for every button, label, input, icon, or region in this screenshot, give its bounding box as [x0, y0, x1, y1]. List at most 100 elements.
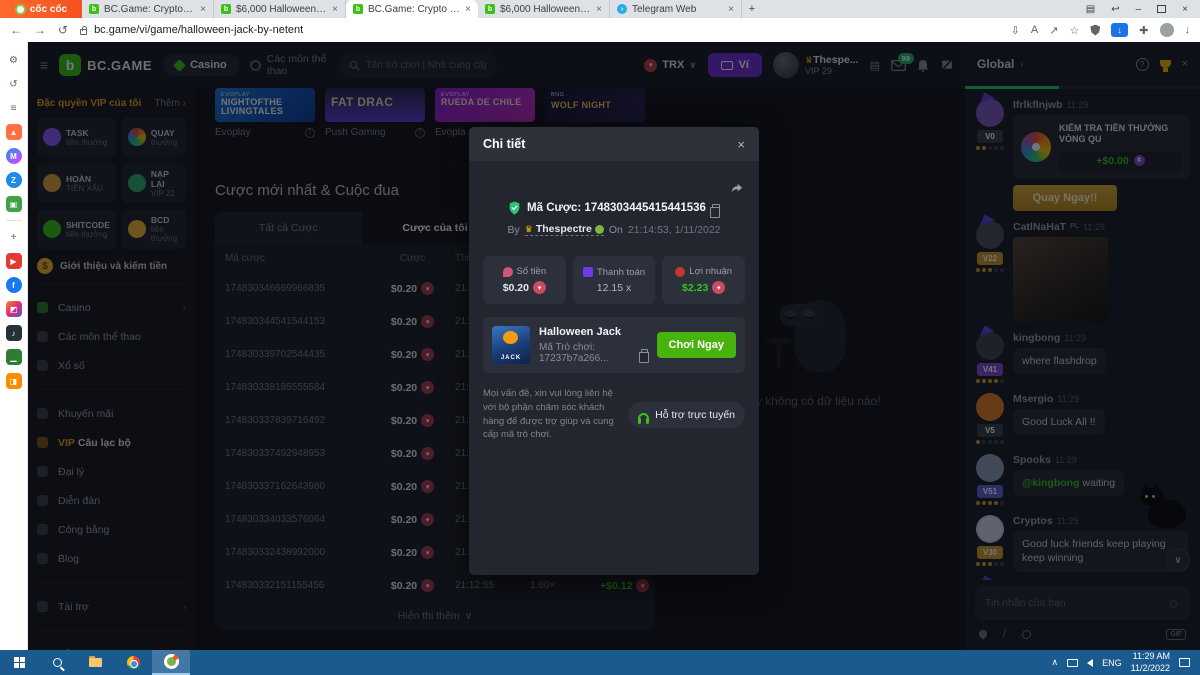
profile-avatar[interactable] [1160, 23, 1174, 37]
modal-header: Chi tiết × [469, 127, 759, 161]
close-icon[interactable]: × [728, 4, 734, 15]
stat-profit: Lợi nhuận $2.23▾ [662, 256, 745, 304]
browser-side-dock: ⚙ ↺ ≡ ▲ M Z ▣ + ▶ f ◩ ♪ ▁ ◨ [0, 42, 28, 650]
bcgame-favicon: b [353, 4, 363, 14]
address-bar: ← → ↺ bc.game/vi/game/halloween-jack-by-… [0, 18, 1200, 42]
hot-news-flame-icon[interactable]: ▲ [6, 124, 22, 140]
bet-id-text: Mã Cược: 1748303445415441536 [527, 202, 706, 214]
close-icon[interactable]: × [465, 4, 471, 15]
tab-slot-battle-1[interactable]: b$6,000 Halloween Slot Battle× [214, 0, 346, 18]
tab-telegram[interactable]: ›Telegram Web× [610, 0, 742, 18]
taskbar-search-icon[interactable] [38, 650, 76, 675]
url-text: bc.game/vi/game/halloween-jack-by-netent [94, 24, 303, 36]
tab-slot-battle-2[interactable]: b$6,000 Halloween Slot Battle× [478, 0, 610, 18]
system-tray: ∧ ENG 11:29 AM11/2/2022 [1052, 651, 1200, 674]
download-button[interactable]: ↓ [1111, 23, 1128, 37]
zalo-icon[interactable]: Z [6, 172, 22, 188]
window-controls: ▤ ↩ – × [1074, 0, 1200, 18]
stocks-icon[interactable]: ▁ [6, 349, 22, 365]
settings-gear-icon[interactable]: ⚙ [6, 52, 22, 68]
bet-author-row: By ♛Thespectre On 21:14:53, 1/11/2022 [469, 223, 759, 236]
feed-icon[interactable]: ≡ [6, 100, 22, 116]
add-shortcut-icon[interactable]: + [6, 229, 22, 245]
dock-divider [6, 220, 22, 221]
bookmark-star-icon[interactable]: ☆ [1069, 24, 1079, 37]
bet-datetime: 21:14:53, 1/11/2022 [628, 224, 721, 236]
headset-icon [638, 413, 649, 420]
translate-icon[interactable]: A [1031, 24, 1038, 36]
extensions-icon[interactable]: ✚ [1139, 24, 1148, 37]
browser-tab-bar: cốc cốc bBC.Game: Crypto Casino Gan× b$6… [0, 0, 1200, 18]
downloads-icon[interactable]: ↓ [1185, 24, 1191, 36]
notification-center-icon[interactable] [1179, 658, 1190, 667]
file-explorer-icon[interactable] [76, 650, 114, 675]
trx-coin-icon: ▾ [533, 281, 546, 294]
trx-coin-icon: ▾ [712, 281, 725, 294]
close-icon[interactable]: × [596, 4, 602, 15]
close-icon[interactable]: × [737, 137, 745, 152]
bcgame-favicon: b [221, 4, 231, 14]
tab-bcgame-1[interactable]: bBC.Game: Crypto Casino Gan× [82, 0, 214, 18]
shop-cart-icon[interactable]: ◨ [6, 373, 22, 389]
taskbar-clock[interactable]: 11:29 AM11/2/2022 [1131, 651, 1170, 674]
support-note: Mọi vấn đề, xin vui lòng liên hệ với bộ … [483, 387, 618, 442]
bcgame-favicon: b [89, 4, 99, 14]
url-field[interactable]: bc.game/vi/game/halloween-jack-by-netent [80, 24, 820, 36]
address-bar-actions: ⇩ A ↗ ☆ ↓ ✚ ↓ [1011, 23, 1190, 37]
share-icon[interactable]: ↗ [1049, 24, 1058, 37]
adblock-shield-icon[interactable] [1090, 25, 1100, 36]
bcgame-favicon: b [485, 4, 495, 14]
profit-icon [675, 267, 685, 277]
tiktok-icon[interactable]: ♪ [6, 325, 22, 341]
play-now-button[interactable]: Chơi Ngay [657, 332, 737, 358]
save-page-icon[interactable]: ⇩ [1011, 24, 1020, 37]
game-card: Halloween Jack Mã Trò chơi: 17237b7a266.… [483, 317, 745, 373]
tab-restore-icon[interactable]: ↩ [1111, 4, 1119, 15]
modal-footer: Mọi vấn đề, xin vui lòng liên hệ với bộ … [469, 373, 759, 442]
apps-icon[interactable]: ◩ [6, 301, 22, 317]
reading-list-icon[interactable]: ▤ [1086, 4, 1095, 15]
network-icon[interactable] [1067, 659, 1078, 667]
tab-bcgame-2-active[interactable]: bBC.Game: Crypto Casino Gan× [346, 0, 478, 18]
chrome-icon[interactable] [114, 650, 152, 675]
share-icon[interactable] [729, 181, 745, 195]
new-tab-button[interactable]: + [742, 0, 762, 18]
coccoc-brand[interactable]: cốc cốc [0, 0, 82, 18]
live-support-button[interactable]: Hỗ trợ trực tuyến [628, 402, 745, 428]
youtube-icon[interactable]: ▶ [6, 253, 22, 269]
close-icon[interactable]: × [332, 4, 338, 15]
game-title: Halloween Jack [539, 326, 648, 338]
tray-expand-icon[interactable]: ∧ [1052, 657, 1059, 668]
game-id-row: Mã Trò chơi: 17237b7a266... [539, 342, 648, 364]
copy-icon[interactable] [641, 349, 648, 358]
forward-icon[interactable]: → [34, 23, 46, 37]
back-icon[interactable]: ← [10, 23, 22, 37]
close-window-button[interactable]: × [1182, 4, 1188, 15]
lock-icon [80, 29, 87, 35]
maximize-button[interactable] [1157, 5, 1166, 13]
coccoc-taskbar-icon[interactable] [152, 650, 190, 675]
game-thumbnail[interactable] [492, 326, 530, 364]
bet-id-row: Mã Cược: 1748303445415441536 [469, 201, 759, 215]
close-icon[interactable]: × [200, 4, 206, 15]
modal-title: Chi tiết [483, 137, 525, 151]
windows-taskbar: ∧ ENG 11:29 AM11/2/2022 [0, 650, 1200, 675]
telegram-favicon: › [617, 4, 627, 14]
facebook-icon[interactable]: f [6, 277, 22, 293]
stat-payout: Thanh toán 12.15 x [573, 256, 656, 304]
bet-details-modal: Chi tiết × Mã Cược: 1748303445415441536 … [469, 127, 759, 575]
start-button[interactable] [0, 650, 38, 675]
volume-icon[interactable] [1087, 659, 1093, 667]
verified-shield-icon [508, 201, 521, 215]
stat-amount: Số tiền $0.20▾ [483, 256, 566, 304]
bet-author-link[interactable]: ♛Thespectre [525, 223, 604, 236]
copy-icon[interactable] [712, 204, 720, 213]
minimize-button[interactable]: – [1136, 4, 1142, 15]
history-icon[interactable]: ↺ [6, 76, 22, 92]
games-icon[interactable]: ▣ [6, 196, 22, 212]
messenger-icon[interactable]: M [6, 148, 22, 164]
language-indicator[interactable]: ENG [1102, 658, 1122, 668]
reload-icon[interactable]: ↺ [58, 23, 68, 37]
frog-icon [595, 225, 604, 234]
amount-icon [503, 267, 513, 277]
